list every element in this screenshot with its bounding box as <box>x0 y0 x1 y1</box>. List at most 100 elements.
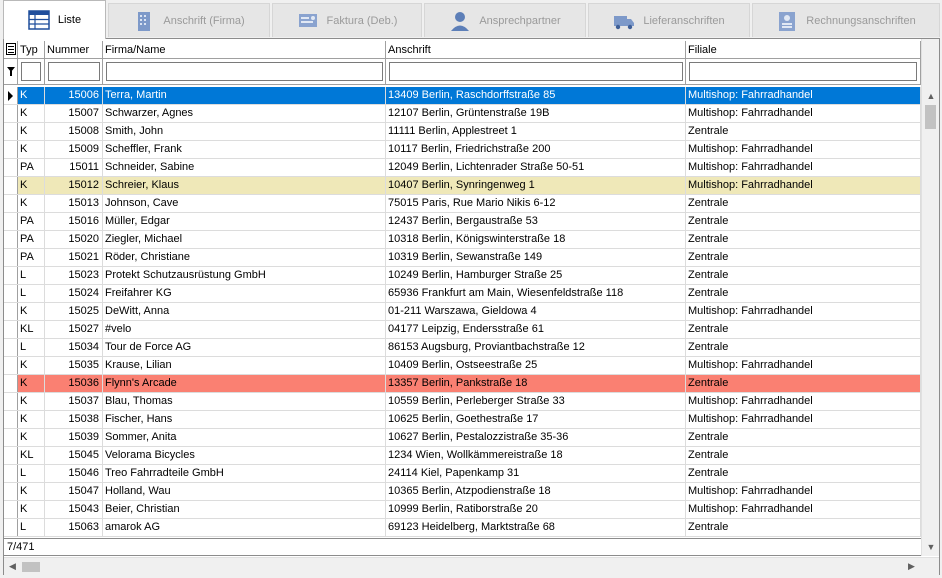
scroll-up-button[interactable]: ▲ <box>922 87 940 104</box>
cell-filiale[interactable]: Zentrale <box>686 339 921 356</box>
table-row[interactable]: K 15013 Johnson, Cave 75015 Paris, Rue Mari… <box>4 195 921 213</box>
cell-anschrift[interactable]: 10117 Berlin, Friedrichstraße 200 <box>386 141 686 158</box>
cell-typ[interactable]: L <box>18 339 45 356</box>
cell-firma[interactable]: Röder, Christiane <box>103 249 386 266</box>
cell-nummer[interactable]: 15027 <box>45 321 103 338</box>
row-indicator[interactable] <box>4 321 18 338</box>
cell-nummer[interactable]: 15043 <box>45 501 103 518</box>
scroll-right-button[interactable]: ▶ <box>903 558 920 575</box>
cell-anschrift[interactable]: 65936 Frankfurt am Main, Wiesenfeldstraß… <box>386 285 686 302</box>
tab-lieferanschriften[interactable]: Lieferanschriften <box>588 3 750 37</box>
horizontal-scroll-thumb[interactable] <box>22 562 40 572</box>
cell-nummer[interactable]: 15038 <box>45 411 103 428</box>
table-row[interactable]: K 15008 Smith, John 11111 Berlin, Applestre… <box>4 123 921 141</box>
cell-filiale[interactable]: Zentrale <box>686 447 921 464</box>
cell-typ[interactable]: PA <box>18 213 45 230</box>
cell-anschrift[interactable]: 10365 Berlin, Atzpodienstraße 18 <box>386 483 686 500</box>
cell-filiale[interactable]: Zentrale <box>686 465 921 482</box>
row-indicator[interactable] <box>4 213 18 230</box>
row-indicator[interactable] <box>4 141 18 158</box>
cell-firma[interactable]: Terra, Martin <box>103 87 386 104</box>
cell-typ[interactable]: KL <box>18 447 45 464</box>
tab-faktura-deb[interactable]: Faktura (Deb.) <box>272 3 422 37</box>
cell-typ[interactable]: K <box>18 195 45 212</box>
cell-anschrift[interactable]: 10407 Berlin, Synringenweg 1 <box>386 177 686 194</box>
filter-input-filiale[interactable] <box>689 62 917 81</box>
cell-anschrift[interactable]: 10249 Berlin, Hamburger Straße 25 <box>386 267 686 284</box>
cell-firma[interactable]: amarok AG <box>103 519 386 536</box>
cell-typ[interactable]: L <box>18 465 45 482</box>
cell-typ[interactable]: K <box>18 483 45 500</box>
cell-typ[interactable]: K <box>18 357 45 374</box>
scroll-down-button[interactable]: ▼ <box>922 538 940 555</box>
row-indicator[interactable] <box>4 447 18 464</box>
table-row[interactable]: K 15036 Flynn's Arcade 13357 Berlin, Pankst… <box>4 375 921 393</box>
cell-filiale[interactable]: Zentrale <box>686 375 921 392</box>
vertical-scroll-thumb[interactable] <box>925 105 936 129</box>
cell-firma[interactable]: Beier, Christian <box>103 501 386 518</box>
table-row[interactable]: KL 15045 Velorama Bicycles 1234 Wien, Wollk… <box>4 447 921 465</box>
table-row[interactable]: PA 15020 Ziegler, Michael 10318 Berlin, Kön… <box>4 231 921 249</box>
cell-anschrift[interactable]: 10318 Berlin, Königswinterstraße 18 <box>386 231 686 248</box>
cell-nummer[interactable]: 15011 <box>45 159 103 176</box>
cell-nummer[interactable]: 15023 <box>45 267 103 284</box>
cell-firma[interactable]: Schneider, Sabine <box>103 159 386 176</box>
cell-firma[interactable]: Blau, Thomas <box>103 393 386 410</box>
tab-ansprechpartner[interactable]: Ansprechpartner <box>424 3 586 37</box>
cell-firma[interactable]: Ziegler, Michael <box>103 231 386 248</box>
table-row[interactable]: PA 15016 Müller, Edgar 12437 Berlin, Bergau… <box>4 213 921 231</box>
cell-nummer[interactable]: 15016 <box>45 213 103 230</box>
cell-typ[interactable]: K <box>18 501 45 518</box>
cell-anschrift[interactable]: 13357 Berlin, Pankstraße 18 <box>386 375 686 392</box>
table-row[interactable]: K 15006 Terra, Martin 13409 Berlin, Raschdo… <box>4 87 921 105</box>
vertical-scrollbar[interactable]: ▲ ▼ <box>921 39 939 556</box>
column-chooser-button[interactable] <box>4 41 18 59</box>
cell-firma[interactable]: Protekt Schutzausrüstung GmbH <box>103 267 386 284</box>
row-indicator[interactable] <box>4 429 18 446</box>
row-indicator[interactable] <box>4 195 18 212</box>
cell-filiale[interactable]: Multishop: Fahrradhandel <box>686 393 921 410</box>
column-header-nummer[interactable]: Nummer <box>45 41 103 59</box>
row-indicator[interactable] <box>4 375 18 392</box>
cell-firma[interactable]: Johnson, Cave <box>103 195 386 212</box>
cell-anschrift[interactable]: 11111 Berlin, Applestreet 1 <box>386 123 686 140</box>
cell-nummer[interactable]: 15024 <box>45 285 103 302</box>
cell-filiale[interactable]: Multishop: Fahrradhandel <box>686 159 921 176</box>
table-row[interactable]: K 15007 Schwarzer, Agnes 12107 Berlin, Grün… <box>4 105 921 123</box>
cell-nummer[interactable]: 15013 <box>45 195 103 212</box>
table-row[interactable]: KL 15027 #velo 04177 Leipzig, Endersstraße … <box>4 321 921 339</box>
cell-nummer[interactable]: 15035 <box>45 357 103 374</box>
row-indicator[interactable] <box>4 249 18 266</box>
cell-filiale[interactable]: Zentrale <box>686 123 921 140</box>
row-indicator[interactable] <box>4 465 18 482</box>
cell-anschrift[interactable]: 10999 Berlin, Ratiborstraße 20 <box>386 501 686 518</box>
row-indicator[interactable] <box>4 501 18 518</box>
row-indicator[interactable] <box>4 357 18 374</box>
row-indicator[interactable] <box>4 519 18 536</box>
column-header-firma[interactable]: Firma/Name <box>103 41 386 59</box>
cell-firma[interactable]: #velo <box>103 321 386 338</box>
cell-anschrift[interactable]: 12437 Berlin, Bergaustraße 53 <box>386 213 686 230</box>
cell-nummer[interactable]: 15039 <box>45 429 103 446</box>
cell-anschrift[interactable]: 12049 Berlin, Lichtenrader Straße 50-51 <box>386 159 686 176</box>
cell-firma[interactable]: Fischer, Hans <box>103 411 386 428</box>
cell-firma[interactable]: Tour de Force AG <box>103 339 386 356</box>
tab-liste[interactable]: Liste <box>3 0 106 39</box>
cell-nummer[interactable]: 15020 <box>45 231 103 248</box>
cell-filiale[interactable]: Multishop: Fahrradhandel <box>686 357 921 374</box>
cell-nummer[interactable]: 15036 <box>45 375 103 392</box>
cell-typ[interactable]: K <box>18 87 45 104</box>
filter-input-nummer[interactable] <box>48 62 100 81</box>
cell-nummer[interactable]: 15047 <box>45 483 103 500</box>
cell-filiale[interactable]: Multishop: Fahrradhandel <box>686 411 921 428</box>
cell-firma[interactable]: DeWitt, Anna <box>103 303 386 320</box>
row-indicator[interactable] <box>4 87 18 104</box>
cell-typ[interactable]: L <box>18 267 45 284</box>
row-indicator[interactable] <box>4 393 18 410</box>
cell-filiale[interactable]: Zentrale <box>686 249 921 266</box>
cell-filiale[interactable]: Zentrale <box>686 519 921 536</box>
column-header-typ[interactable]: Typ <box>18 41 45 59</box>
cell-firma[interactable]: Freifahrer KG <box>103 285 386 302</box>
cell-firma[interactable]: Krause, Lilian <box>103 357 386 374</box>
cell-nummer[interactable]: 15037 <box>45 393 103 410</box>
